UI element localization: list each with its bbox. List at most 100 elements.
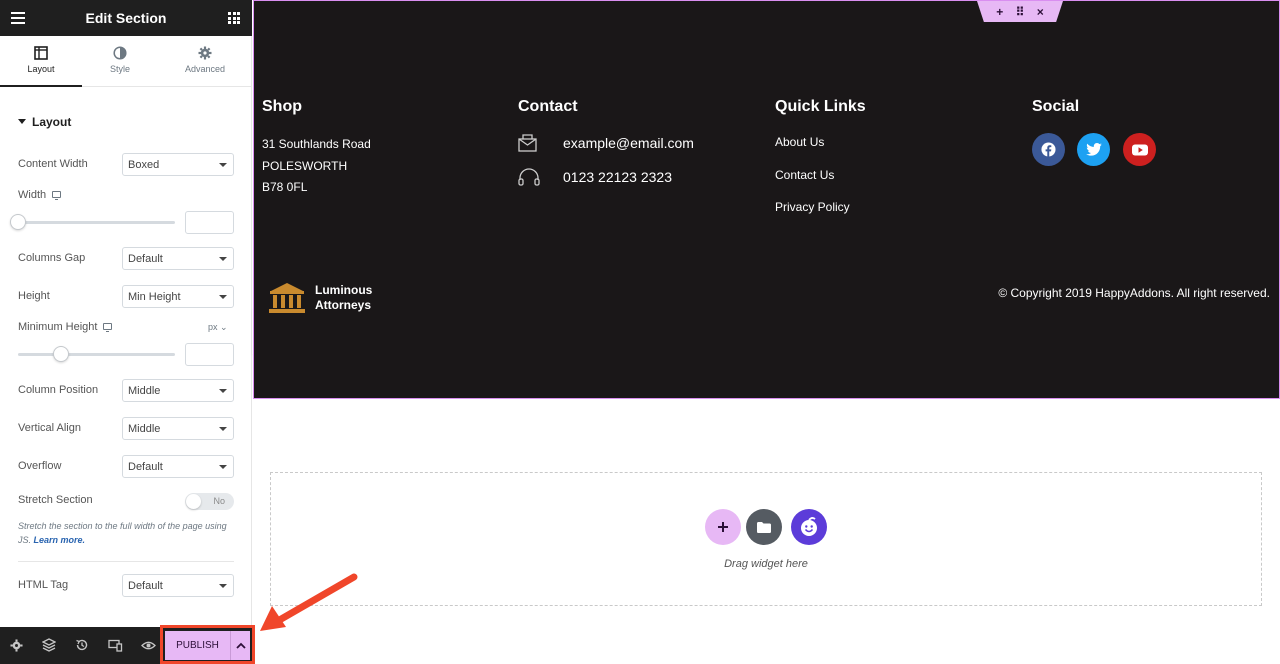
site-logo[interactable]: Luminous Attorneys	[267, 281, 372, 315]
dropdown-arrow-icon	[219, 295, 227, 299]
address-line: POLESWORTH	[262, 159, 348, 173]
drag-widget-hint: Drag widget here	[724, 558, 808, 570]
columns-gap-label: Columns Gap	[18, 252, 86, 264]
twitter-icon[interactable]	[1077, 133, 1110, 166]
height-label: Height	[18, 290, 50, 302]
responsive-mode-icon[interactable]	[107, 637, 123, 653]
headset-icon	[518, 168, 540, 186]
chevron-down-icon: ⌄	[220, 322, 228, 332]
preview-eye-icon[interactable]	[140, 637, 156, 653]
stretch-section-hint: Stretch the section to the full width of…	[18, 519, 233, 547]
tab-style-label: Style	[109, 64, 130, 74]
desktop-icon[interactable]	[52, 191, 62, 200]
dropdown-arrow-icon	[219, 257, 227, 261]
learn-more-link[interactable]: Learn more.	[34, 535, 86, 545]
unit-selector[interactable]: px ⌄	[208, 322, 228, 333]
content-width-value: Boxed	[128, 159, 160, 171]
happy-face-icon	[801, 517, 817, 536]
facebook-icon[interactable]	[1032, 133, 1065, 166]
logo-text: Luminous Attorneys	[315, 283, 372, 313]
shop-heading: Shop	[262, 98, 302, 115]
folder-icon	[757, 521, 771, 533]
navigator-layers-icon[interactable]	[41, 637, 57, 653]
width-slider-handle[interactable]	[10, 214, 26, 230]
content-width-label: Content Width	[18, 158, 88, 170]
dropdown-arrow-icon	[219, 163, 227, 167]
settings-gear-icon[interactable]	[8, 637, 24, 653]
toggle-knob	[186, 494, 201, 509]
contact-email[interactable]: example@email.com	[563, 135, 694, 151]
overflow-value: Default	[128, 461, 163, 473]
vertical-align-value: Middle	[128, 423, 161, 435]
scales-of-justice-icon	[269, 283, 305, 313]
desktop-icon[interactable]	[103, 323, 113, 332]
minimum-height-label: Minimum Height	[18, 321, 98, 333]
annotation-arrow-icon	[260, 573, 358, 631]
panel-title: Edit Section	[85, 10, 167, 26]
width-slider[interactable]	[10, 214, 175, 230]
columns-gap-select[interactable]: Default	[122, 247, 234, 270]
tab-style[interactable]: Style	[82, 36, 158, 87]
html-tag-select[interactable]: Default	[122, 574, 234, 597]
quick-links-heading: Quick Links	[775, 98, 866, 115]
section-handle: + ⠿ ×	[977, 1, 1063, 22]
add-section-icon[interactable]: +	[996, 5, 1003, 19]
add-template-button[interactable]	[746, 509, 782, 545]
history-icon[interactable]	[74, 637, 90, 653]
width-input[interactable]	[185, 211, 234, 234]
minimum-height-slider[interactable]	[18, 346, 175, 362]
quick-link-about[interactable]: About Us	[775, 135, 824, 149]
height-select[interactable]: Min Height	[122, 285, 234, 308]
overflow-label: Overflow	[18, 460, 62, 472]
html-tag-label: HTML Tag	[18, 579, 69, 591]
panel-header: Edit Section	[0, 0, 252, 36]
column-position-select[interactable]: Middle	[122, 379, 234, 402]
youtube-icon[interactable]	[1123, 133, 1156, 166]
tab-advanced[interactable]: Advanced	[158, 36, 252, 87]
editor-panel: Edit Section Layout Style Advanced Layou…	[0, 0, 252, 664]
contact-phone[interactable]: 0123 22123 2323	[563, 169, 672, 185]
tab-layout-label: Layout	[27, 64, 55, 74]
quick-link-privacy[interactable]: Privacy Policy	[775, 200, 850, 214]
happyaddons-templates-button[interactable]	[791, 509, 827, 545]
dropdown-arrow-icon	[219, 427, 227, 431]
minimum-height-slider-handle[interactable]	[53, 346, 69, 362]
delete-section-icon[interactable]: ×	[1037, 5, 1044, 19]
dropdown-arrow-icon	[219, 584, 227, 588]
footer-section[interactable]: + ⠿ ×	[253, 0, 1280, 399]
toggle-state-text: No	[213, 496, 225, 506]
dropdown-arrow-icon	[219, 389, 227, 393]
panel-tabs: Layout Style Advanced	[0, 36, 252, 87]
gear-icon	[198, 46, 212, 60]
unit-value: px	[208, 322, 218, 332]
logo-line2: Attorneys	[315, 298, 372, 312]
tab-advanced-label: Advanced	[184, 64, 226, 74]
minimum-height-label-row: Minimum Height	[18, 321, 113, 333]
publish-highlight-box	[160, 625, 255, 664]
widgets-grid-icon[interactable]	[228, 12, 240, 24]
drag-handle-icon[interactable]: ⠿	[1016, 5, 1025, 19]
vertical-align-select[interactable]: Middle	[122, 417, 234, 440]
tab-layout[interactable]: Layout	[0, 36, 82, 87]
overflow-select[interactable]: Default	[122, 455, 234, 478]
envelope-icon	[518, 134, 540, 152]
width-label-row: Width	[18, 189, 62, 201]
content-width-select[interactable]: Boxed	[122, 153, 234, 176]
html-tag-value: Default	[128, 580, 163, 592]
width-label: Width	[18, 189, 47, 201]
add-new-section-button[interactable]	[705, 509, 741, 545]
column-position-label: Column Position	[18, 384, 99, 396]
plus-icon	[718, 522, 728, 532]
contact-phone-row: 0123 22123 2323	[518, 168, 672, 186]
height-value: Min Height	[128, 291, 181, 303]
dropdown-arrow-icon	[219, 465, 227, 469]
minimum-height-input[interactable]	[185, 343, 234, 366]
contact-email-row: example@email.com	[518, 134, 694, 152]
layout-section-toggle[interactable]: Layout	[18, 115, 71, 129]
quick-link-contact[interactable]: Contact Us	[775, 168, 834, 182]
copyright-text: © Copyright 2019 HappyAddons. All right …	[998, 286, 1270, 300]
caret-down-icon	[18, 119, 26, 124]
style-icon	[113, 46, 127, 60]
layout-icon	[34, 46, 48, 60]
stretch-section-toggle[interactable]: No	[185, 493, 234, 510]
